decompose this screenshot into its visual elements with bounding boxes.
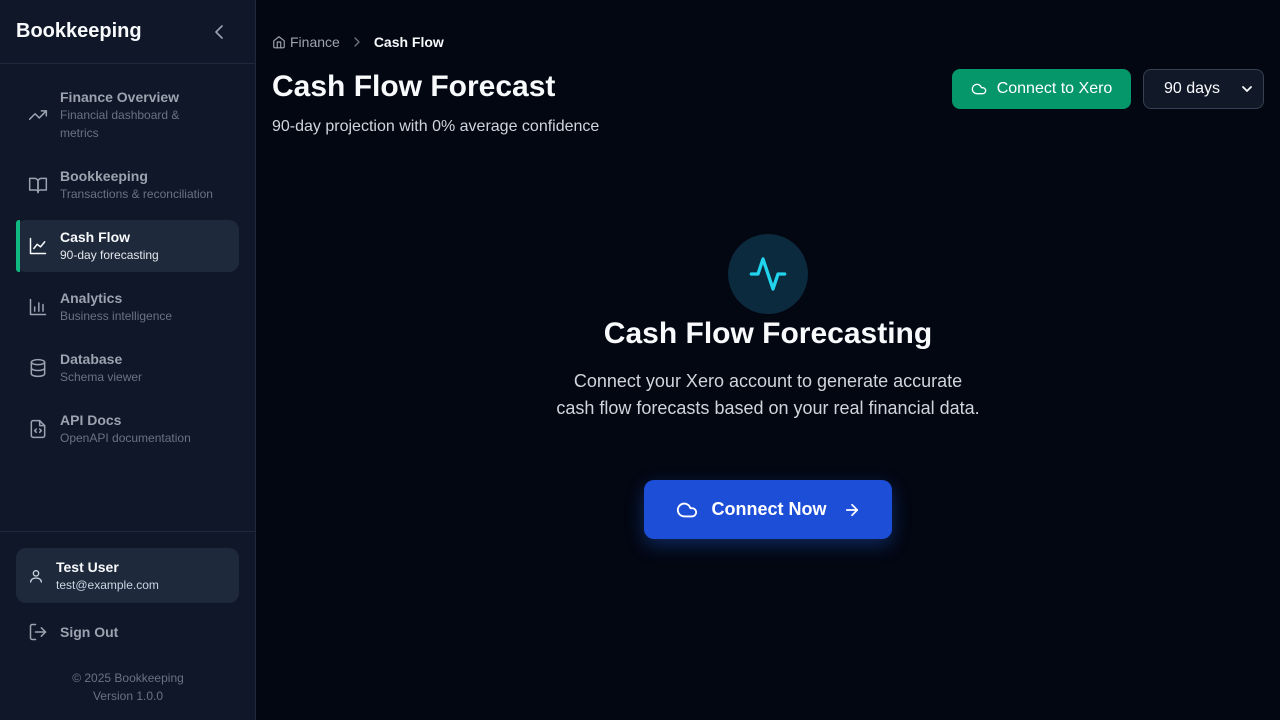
user-name: Test User bbox=[56, 558, 119, 575]
database-icon bbox=[30, 358, 46, 378]
user-email: test@example.com bbox=[56, 577, 159, 592]
chevron-down-icon bbox=[1242, 86, 1252, 92]
sidebar-item-subtitle: OpenAPI documentation bbox=[60, 431, 191, 445]
sidebar-item-api-docs[interactable]: API Docs OpenAPI documentation bbox=[16, 403, 239, 455]
sidebar-item-finance-overview[interactable]: Finance Overview Financial dashboard & m… bbox=[16, 80, 239, 150]
sidebar-item-title: Database bbox=[60, 351, 123, 367]
home-icon bbox=[273, 36, 285, 49]
chevron-right-icon bbox=[354, 37, 360, 47]
range-selected-value: 90 days bbox=[1164, 80, 1221, 97]
cloud-icon bbox=[971, 83, 986, 95]
sidebar-item-title: Cash Flow bbox=[60, 229, 131, 245]
main-content: Finance Cash Flow Cash Flow Forecast 90-… bbox=[256, 0, 1280, 720]
trending-up-icon bbox=[28, 110, 48, 120]
bar-chart-icon bbox=[29, 298, 47, 316]
connect-to-xero-label: Connect to Xero bbox=[996, 80, 1113, 97]
sidebar-item-database[interactable]: Database Schema viewer bbox=[16, 342, 239, 394]
connect-now-button[interactable]: Connect Now bbox=[644, 480, 892, 539]
connect-to-xero-button[interactable]: Connect to Xero bbox=[952, 69, 1131, 109]
page-title: Cash Flow Forecast bbox=[272, 70, 556, 103]
breadcrumb-finance-link[interactable]: Finance bbox=[290, 34, 340, 50]
book-open-icon bbox=[28, 177, 48, 194]
sidebar-item-title: Finance Overview bbox=[60, 89, 180, 105]
log-out-icon bbox=[29, 623, 47, 641]
sidebar: Bookkeeping Finance Overview Financial d… bbox=[0, 0, 256, 720]
breadcrumb-current: Cash Flow bbox=[373, 34, 444, 50]
page-subtitle: 90-day projection with 0% average confid… bbox=[272, 118, 600, 135]
arrow-right-icon bbox=[845, 503, 858, 516]
forecast-range-select[interactable]: 90 days bbox=[1143, 69, 1264, 109]
cloud-icon bbox=[676, 502, 697, 517]
sidebar-item-title: API Docs bbox=[60, 412, 122, 428]
sidebar-item-cash-flow[interactable]: Cash Flow 90-day forecasting bbox=[16, 220, 239, 272]
connect-now-label: Connect Now bbox=[711, 499, 827, 519]
sidebar-item-subtitle: Transactions & reconciliation bbox=[60, 187, 213, 201]
sidebar-footer: Test User test@example.com Sign Out © 20… bbox=[0, 531, 256, 720]
file-code-icon bbox=[30, 419, 46, 439]
breadcrumb: Finance Cash Flow bbox=[272, 34, 444, 50]
sign-out-label: Sign Out bbox=[60, 624, 119, 640]
sidebar-copyright: © 2025 Bookkeeping Version 1.0.0 bbox=[0, 669, 256, 705]
user-card[interactable]: Test User test@example.com bbox=[16, 548, 239, 603]
activity-icon bbox=[749, 257, 787, 291]
sidebar-nav: Finance Overview Financial dashboard & m… bbox=[16, 80, 239, 464]
sidebar-item-subtitle: Financial dashboard & metrics bbox=[60, 108, 180, 140]
sign-out-button[interactable]: Sign Out bbox=[28, 622, 118, 642]
sidebar-header: Bookkeeping bbox=[0, 0, 255, 64]
collapse-sidebar-button[interactable] bbox=[215, 24, 227, 39]
empty-state-description: Connect your Xero account to generate ac… bbox=[556, 371, 980, 418]
sidebar-item-analytics[interactable]: Analytics Business intelligence bbox=[16, 281, 239, 333]
copyright-text: © 2025 Bookkeeping bbox=[72, 671, 184, 685]
user-icon bbox=[30, 569, 42, 583]
line-chart-icon bbox=[29, 237, 47, 255]
sidebar-item-subtitle: 90-day forecasting bbox=[60, 248, 159, 262]
sidebar-item-subtitle: Business intelligence bbox=[60, 309, 173, 323]
activity-badge bbox=[728, 234, 808, 314]
chevron-left-icon bbox=[215, 24, 223, 39]
sidebar-item-title: Bookkeeping bbox=[60, 168, 148, 184]
brand-title: Bookkeeping bbox=[16, 20, 142, 42]
sidebar-item-title: Analytics bbox=[60, 290, 123, 306]
sidebar-item-bookkeeping[interactable]: Bookkeeping Transactions & reconciliatio… bbox=[16, 159, 239, 211]
empty-state: Cash Flow Forecasting Connect your Xero … bbox=[256, 234, 1280, 539]
sidebar-item-subtitle: Schema viewer bbox=[60, 370, 143, 384]
version-text: Version 1.0.0 bbox=[92, 689, 164, 703]
empty-state-title: Cash Flow Forecasting bbox=[603, 317, 933, 350]
